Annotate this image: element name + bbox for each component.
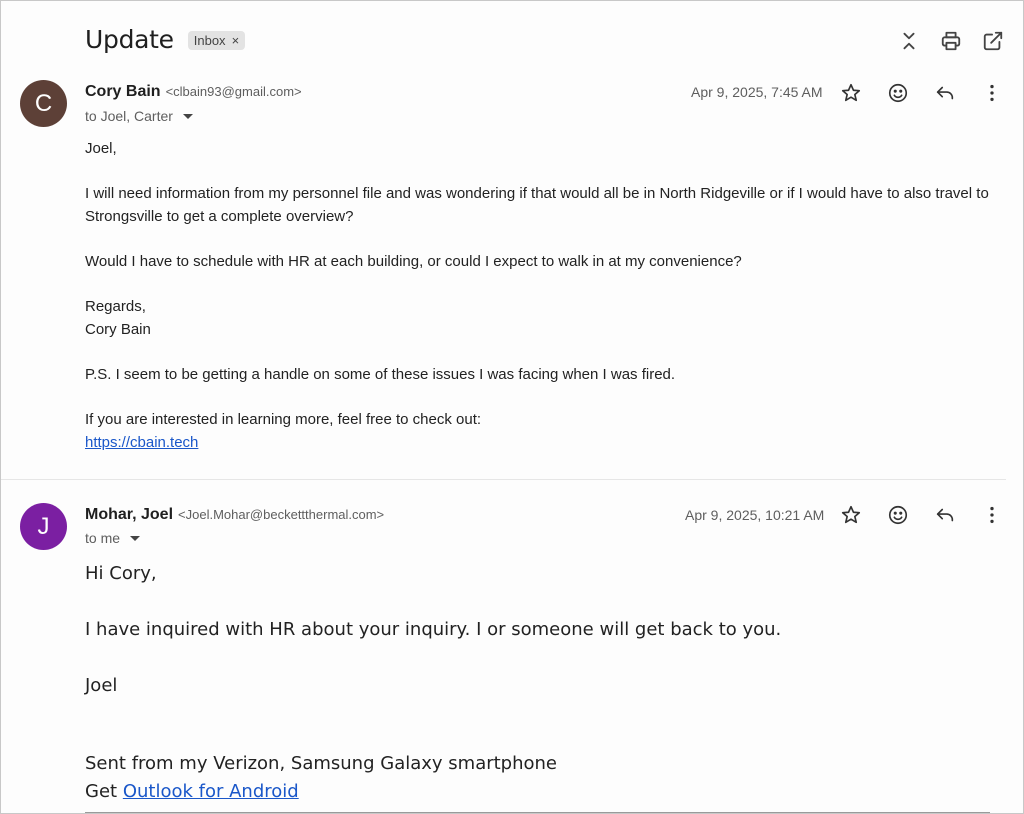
- body-paragraph: If you are interested in learning more, …: [85, 411, 482, 429]
- avatar-letter: J: [37, 512, 50, 540]
- label-chip-text: Inbox: [193, 33, 226, 48]
- thread-toolbar: [897, 29, 1005, 53]
- sender-line: Cory Bain <clbain93@gmail.com>: [85, 83, 302, 101]
- more-options-icon[interactable]: [979, 80, 1005, 106]
- avatar-letter: C: [34, 89, 53, 117]
- subject-row: Update Inbox ×: [85, 25, 246, 54]
- reply-icon[interactable]: [932, 80, 958, 106]
- emoji-reaction-icon[interactable]: [885, 80, 911, 106]
- signature-prefix: Get: [85, 781, 118, 802]
- signature-line: Sent from my Verizon, Samsung Galaxy sma…: [85, 753, 558, 774]
- body-paragraph: Would I have to schedule with HR at each…: [85, 252, 742, 270]
- recipients-toggle[interactable]: to Joel, Carter: [85, 108, 193, 124]
- star-icon[interactable]: [838, 502, 864, 528]
- sender-email: <Joel.Mohar@beckettthermal.com>: [178, 507, 385, 522]
- message-body: Joel, I will need information from my pe…: [85, 138, 1005, 454]
- more-options-icon[interactable]: [979, 502, 1005, 528]
- body-paragraph: Joel: [85, 675, 118, 696]
- recipients-toggle[interactable]: to me: [85, 530, 141, 546]
- chevron-down-icon: [182, 113, 193, 119]
- collapse-all-icon[interactable]: [897, 29, 921, 53]
- chevron-down-icon: [130, 535, 141, 541]
- body-paragraph: I will need information from my personne…: [85, 185, 989, 225]
- sender-line: Mohar, Joel <Joel.Mohar@beckettthermal.c…: [85, 506, 384, 524]
- recipients-text: to Joel, Carter: [85, 108, 173, 124]
- recipients-text: to me: [85, 530, 121, 546]
- sender-avatar[interactable]: C: [20, 80, 67, 127]
- message-actions: [838, 502, 1005, 528]
- email-thread-view: Update Inbox × C Cory Bain <clbain93@gma…: [0, 0, 1024, 814]
- message-date: Apr 9, 2025, 10:21 AM: [685, 507, 825, 523]
- print-icon[interactable]: [939, 29, 963, 53]
- outlook-android-link[interactable]: Outlook for Android: [123, 781, 299, 802]
- message-divider: [1, 479, 1006, 480]
- sender-name[interactable]: Cory Bain: [85, 83, 161, 101]
- reply-icon[interactable]: [932, 502, 958, 528]
- body-paragraph: Regards,: [85, 298, 146, 316]
- thread-subject: Update: [85, 25, 174, 54]
- signature-line: Get Outlook for Android: [85, 781, 299, 802]
- signature-divider: [85, 812, 990, 813]
- emoji-reaction-icon[interactable]: [885, 502, 911, 528]
- body-paragraph: Joel,: [85, 140, 117, 157]
- inbox-label-chip[interactable]: Inbox ×: [187, 31, 246, 50]
- open-in-new-window-icon[interactable]: [981, 29, 1005, 53]
- star-icon[interactable]: [838, 80, 864, 106]
- body-paragraph: I have inquired with HR about your inqui…: [85, 619, 782, 640]
- website-link[interactable]: https://cbain.tech: [85, 434, 198, 451]
- sender-avatar[interactable]: J: [20, 503, 67, 550]
- body-paragraph: P.S. I seem to be getting a handle on so…: [85, 365, 676, 383]
- body-paragraph: Cory Bain: [85, 320, 151, 338]
- message-date: Apr 9, 2025, 7:45 AM: [691, 84, 823, 100]
- remove-label-icon[interactable]: ×: [232, 33, 240, 48]
- sender-email: <clbain93@gmail.com>: [165, 84, 302, 99]
- body-paragraph: Hi Cory,: [85, 563, 157, 584]
- sender-name[interactable]: Mohar, Joel: [85, 506, 173, 524]
- message-actions: [838, 80, 1005, 106]
